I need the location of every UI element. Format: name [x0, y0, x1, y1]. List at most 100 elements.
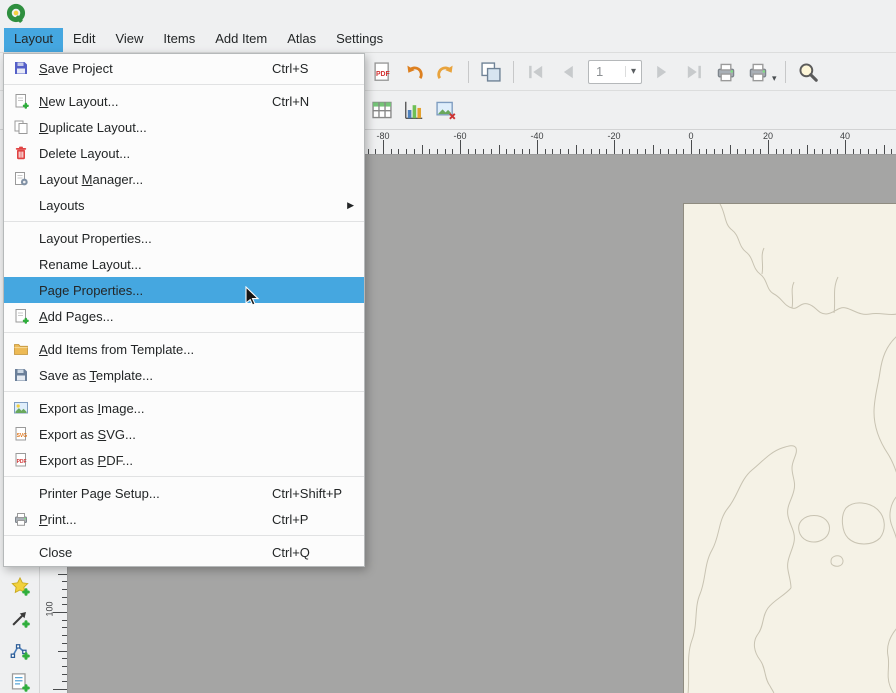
atlas-first-feature-button[interactable]	[521, 57, 551, 87]
hruler-tick	[599, 149, 600, 154]
menubar-item-settings[interactable]: Settings	[326, 28, 393, 52]
menu-item-label: Rename Layout...	[39, 257, 142, 272]
menu-separator	[4, 84, 364, 85]
menu-item-save-as-template[interactable]: Save as Template...	[4, 362, 364, 388]
menu-item-export-as-svg[interactable]: SVGExport as SVG...	[4, 421, 364, 447]
menu-item-new-layout[interactable]: New Layout...Ctrl+N	[4, 88, 364, 114]
hruler-tick	[745, 149, 746, 154]
hruler-tick	[375, 149, 376, 154]
save-icon	[13, 60, 29, 76]
menu-item-duplicate-layout[interactable]: Duplicate Layout...	[4, 114, 364, 140]
menu-item-label: Print...	[39, 512, 77, 527]
menu-item-label: Duplicate Layout...	[39, 120, 147, 135]
menu-item-add-pages[interactable]: Add Pages...	[4, 303, 364, 329]
vruler-tick	[62, 620, 67, 621]
zoom-tool-button[interactable]	[793, 57, 823, 87]
atlas-page-combo[interactable]: 1▾	[588, 60, 642, 84]
vruler-tick	[53, 689, 67, 690]
hruler-tick	[506, 149, 507, 154]
menubar-item-edit[interactable]: Edit	[63, 28, 105, 52]
vruler-tick	[62, 589, 67, 590]
vruler-tick	[62, 674, 67, 675]
add-table-icon	[371, 99, 393, 121]
export-atlas-button[interactable]	[743, 57, 773, 87]
coastline-path	[688, 446, 796, 693]
atlas-last-feature-button[interactable]	[679, 57, 709, 87]
vruler-tick	[58, 651, 67, 652]
export-as-pdf-button[interactable]: PDF	[367, 57, 397, 87]
vruler-tick	[62, 581, 67, 582]
menu-item-add-items-from-template[interactable]: Add Items from Template...	[4, 336, 364, 362]
hruler-tick	[460, 140, 461, 154]
hruler-tick	[645, 149, 646, 154]
add-node-item-button[interactable]	[7, 637, 33, 663]
hruler-tick	[714, 149, 715, 154]
menu-item-save-project[interactable]: Save ProjectCtrl+S	[4, 55, 364, 81]
menubar-item-atlas[interactable]: Atlas	[277, 28, 326, 52]
hruler-tick	[406, 149, 407, 154]
print-icon	[747, 61, 769, 83]
layout-manager-icon-slot	[12, 170, 30, 188]
menu-item-shortcut: Ctrl+Shift+P	[272, 486, 342, 501]
hruler-tick	[383, 140, 384, 154]
menu-item-print[interactable]: Print...Ctrl+P	[4, 506, 364, 532]
hruler-tick	[699, 149, 700, 154]
hruler-tick	[583, 149, 584, 154]
submenu-arrow-icon: ▶	[347, 200, 354, 211]
add-attribute-table-button[interactable]	[367, 95, 397, 125]
menu-item-layout-properties[interactable]: Layout Properties...	[4, 225, 364, 251]
save-template-icon-slot	[12, 366, 30, 384]
menu-item-label: Export as PDF...	[39, 453, 133, 468]
menu-item-layout-manager[interactable]: Layout Manager...	[4, 166, 364, 192]
hruler-tick	[860, 149, 861, 154]
add-html-icon	[10, 672, 30, 692]
menu-item-export-as-image[interactable]: Export as Image...	[4, 395, 364, 421]
preview-atlas-button[interactable]	[476, 57, 506, 87]
hruler-tick	[814, 149, 815, 154]
hruler-tick	[730, 145, 731, 154]
add-picture-button[interactable]	[431, 95, 461, 125]
duplicate-layout-icon-slot	[12, 118, 30, 136]
menubar-item-view[interactable]: View	[105, 28, 153, 52]
add-arrow-button[interactable]	[7, 605, 33, 631]
menubar-item-layout[interactable]: Layout	[4, 28, 63, 52]
menu-icon-slot	[12, 281, 30, 299]
menu-item-printer-page-setup[interactable]: Printer Page Setup...Ctrl+Shift+P	[4, 480, 364, 506]
toolbar-dropdown-caret-icon[interactable]: ▾	[772, 73, 777, 90]
titlebar	[0, 0, 896, 28]
menubar-item-add-item[interactable]: Add Item	[205, 28, 277, 52]
menu-item-layouts[interactable]: Layouts▶	[4, 192, 364, 218]
mouse-cursor	[243, 286, 265, 308]
atlas-next-feature-button[interactable]	[647, 57, 677, 87]
vruler-tick	[62, 627, 67, 628]
undo-button[interactable]	[399, 57, 429, 87]
add-chart-button[interactable]	[399, 95, 429, 125]
coastline-path	[799, 516, 830, 543]
coastline-path	[831, 556, 843, 567]
menu-item-close[interactable]: CloseCtrl+Q	[4, 539, 364, 565]
menubar-item-items[interactable]: Items	[153, 28, 205, 52]
hruler-tick	[845, 140, 846, 154]
print-atlas-button[interactable]	[711, 57, 741, 87]
print-icon-slot	[12, 510, 30, 528]
hruler-tick	[737, 149, 738, 154]
hruler-tick	[768, 140, 769, 154]
menu-item-label: Export as Image...	[39, 401, 145, 416]
hruler-tick	[706, 149, 707, 154]
export-svg-icon-slot: SVG	[12, 425, 30, 443]
add-shape-button[interactable]	[7, 573, 33, 599]
menu-item-delete-layout[interactable]: Delete Layout...	[4, 140, 364, 166]
add-html-button[interactable]	[7, 669, 33, 693]
redo-button[interactable]	[431, 57, 461, 87]
hruler-tick	[568, 149, 569, 154]
atlas-page-value: 1	[589, 64, 625, 79]
hruler-tick	[683, 149, 684, 154]
menu-item-rename-layout[interactable]: Rename Layout...	[4, 251, 364, 277]
combo-dropdown-icon[interactable]: ▾	[625, 66, 641, 77]
menu-item-export-as-pdf[interactable]: PDFExport as PDF...	[4, 447, 364, 473]
atlas-previous-feature-button[interactable]	[553, 57, 583, 87]
folder-icon	[13, 341, 29, 357]
export-svg-icon: SVG	[13, 426, 29, 442]
hruler-tick	[483, 149, 484, 154]
menu-item-page-properties[interactable]: Page Properties...	[4, 277, 364, 303]
